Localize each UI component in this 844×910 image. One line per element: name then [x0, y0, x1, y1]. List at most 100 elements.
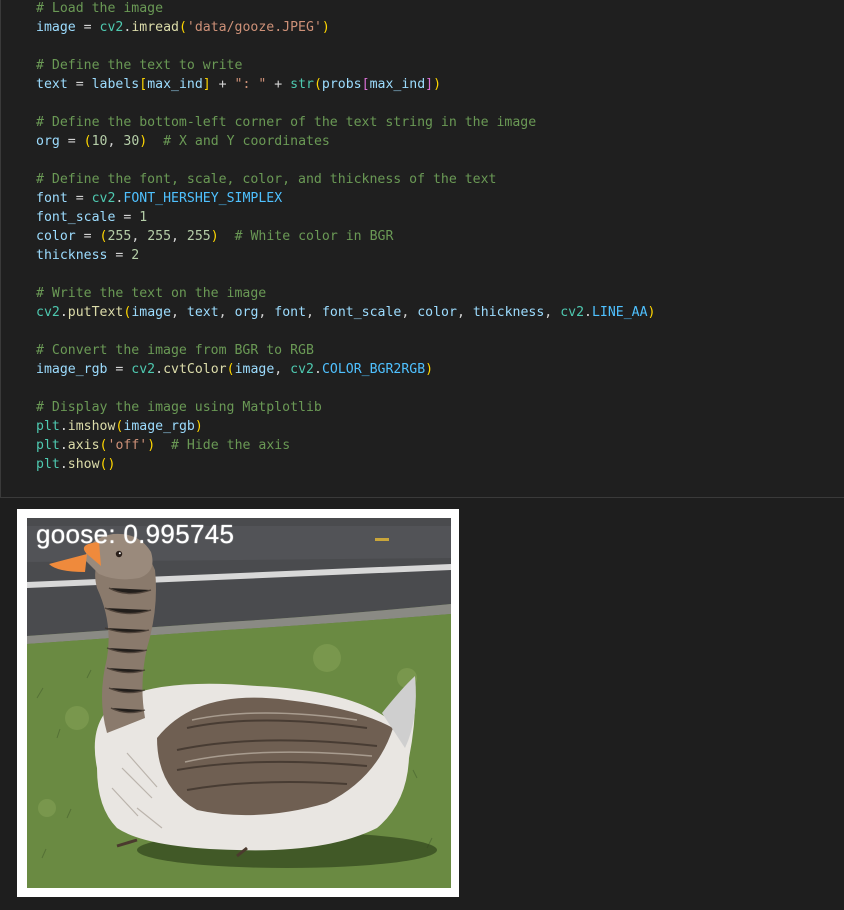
- code-token: # Define the text to write: [36, 58, 243, 73]
- code-token: =: [107, 362, 132, 377]
- code-line[interactable]: font_scale = 1: [36, 208, 656, 227]
- code-token: imshow: [67, 419, 116, 434]
- code-token: (: [83, 134, 92, 149]
- code-token: ": ": [234, 77, 267, 92]
- code-token: # Hide the axis: [171, 438, 291, 453]
- code-token: image: [36, 20, 76, 35]
- code-line[interactable]: text = labels[max_ind] + ": " + str(prob…: [36, 75, 656, 94]
- code-token: ,: [306, 305, 322, 320]
- code-token: thickness: [36, 248, 108, 263]
- code-line[interactable]: font = cv2.FONT_HERSHEY_SIMPLEX: [36, 189, 656, 208]
- code-token: cvtColor: [163, 362, 227, 377]
- code-line[interactable]: plt.imshow(image_rgb): [36, 417, 656, 436]
- code-token: text: [186, 305, 219, 320]
- code-line[interactable]: # Define the font, scale, color, and thi…: [36, 170, 656, 189]
- code-token: =: [59, 134, 84, 149]
- code-line[interactable]: # Define the bottom-left corner of the t…: [36, 113, 656, 132]
- code-line[interactable]: [36, 379, 656, 398]
- code-token: +: [210, 77, 235, 92]
- code-token: ): [147, 438, 156, 453]
- code-token: cv2: [290, 362, 314, 377]
- code-token: # Convert the image from BGR to RGB: [36, 343, 314, 358]
- code-token: str: [290, 77, 314, 92]
- code-line[interactable]: # Convert the image from BGR to RGB: [36, 341, 656, 360]
- code-token: 255: [186, 229, 211, 244]
- code-token: # Load the image: [36, 1, 164, 16]
- code-token: image: [234, 362, 275, 377]
- code-token: .: [584, 305, 592, 320]
- code-token: 255: [107, 229, 132, 244]
- code-token: show: [67, 457, 100, 472]
- code-line[interactable]: image_rgb = cv2.cvtColor(image, cv2.COLO…: [36, 360, 656, 379]
- code-line[interactable]: [36, 37, 656, 56]
- code-cell[interactable]: # Load the image image = cv2.imread('data…: [0, 0, 844, 498]
- code-token: # White color in BGR: [234, 229, 394, 244]
- code-token: 'data/gooze.JPEG': [186, 20, 322, 35]
- code-token: =: [75, 229, 100, 244]
- code-token: font: [274, 305, 307, 320]
- code-token: .: [59, 457, 68, 472]
- code-token: (): [99, 457, 116, 472]
- code-token: cv2: [91, 191, 116, 206]
- code-token: =: [115, 210, 140, 225]
- code-line[interactable]: [36, 265, 656, 284]
- code-token: ]: [425, 77, 434, 92]
- code-token: 255: [147, 229, 172, 244]
- code-token: +: [266, 77, 291, 92]
- code-token: (: [313, 77, 322, 92]
- code-line[interactable]: plt.show(): [36, 455, 656, 474]
- code-line[interactable]: color = (255, 255, 255) # White color in…: [36, 227, 656, 246]
- code-line[interactable]: # Display the image using Matplotlib: [36, 398, 656, 417]
- code-token: cv2: [99, 20, 124, 35]
- code-token: [: [361, 77, 370, 92]
- code-token: org: [234, 305, 259, 320]
- code-line[interactable]: [36, 151, 656, 170]
- code-line[interactable]: # Define the text to write: [36, 56, 656, 75]
- goose-photo-illustration: [27, 518, 451, 888]
- code-token: (: [178, 20, 187, 35]
- code-token: font_scale: [36, 210, 116, 225]
- code-token: ,: [456, 305, 473, 320]
- code-line[interactable]: [36, 322, 656, 341]
- code-editor[interactable]: # Load the image image = cv2.imread('data…: [0, 0, 844, 498]
- code-token: labels: [91, 77, 140, 92]
- code-token: 10: [91, 134, 108, 149]
- code-token: cv2: [560, 305, 585, 320]
- code-token: # Define the font, scale, color, and thi…: [36, 172, 497, 187]
- code-token: plt: [36, 438, 60, 453]
- code-token: COLOR_BGR2RGB: [321, 362, 426, 377]
- code-token: org: [36, 134, 60, 149]
- code-token: ): [647, 305, 656, 320]
- code-token: # Write the text on the image: [36, 286, 267, 301]
- code-token: 1: [139, 210, 148, 225]
- code-token: 'off': [107, 438, 148, 453]
- code-token: =: [67, 191, 92, 206]
- code-line[interactable]: [36, 94, 656, 113]
- code-token: thickness: [472, 305, 545, 320]
- code-line[interactable]: cv2.putText(image, text, org, font, font…: [36, 303, 656, 322]
- code-token: =: [107, 248, 132, 263]
- code-block[interactable]: # Load the image image = cv2.imread('data…: [36, 0, 656, 474]
- code-token: color: [36, 229, 76, 244]
- code-line[interactable]: image = cv2.imread('data/gooze.JPEG'): [36, 18, 656, 37]
- code-token: (: [226, 362, 235, 377]
- code-line[interactable]: # Write the text on the image: [36, 284, 656, 303]
- code-line[interactable]: thickness = 2: [36, 246, 656, 265]
- code-token: ,: [171, 305, 187, 320]
- code-token: image_rgb: [123, 419, 195, 434]
- code-token: .: [313, 362, 322, 377]
- code-token: plt: [36, 457, 60, 472]
- code-token: max_ind: [369, 77, 426, 92]
- code-line[interactable]: plt.axis('off') # Hide the axis: [36, 436, 656, 455]
- code-token: max_ind: [147, 77, 203, 92]
- code-token: ): [433, 77, 442, 92]
- goose-photo: goose: 0.995745: [27, 518, 451, 888]
- code-token: =: [67, 77, 92, 92]
- code-token: ): [194, 419, 203, 434]
- code-token: .: [155, 362, 164, 377]
- code-line[interactable]: org = (10, 30) # X and Y coordinates: [36, 132, 656, 151]
- code-line[interactable]: # Load the image: [36, 0, 656, 18]
- code-token: LINE_AA: [591, 305, 648, 320]
